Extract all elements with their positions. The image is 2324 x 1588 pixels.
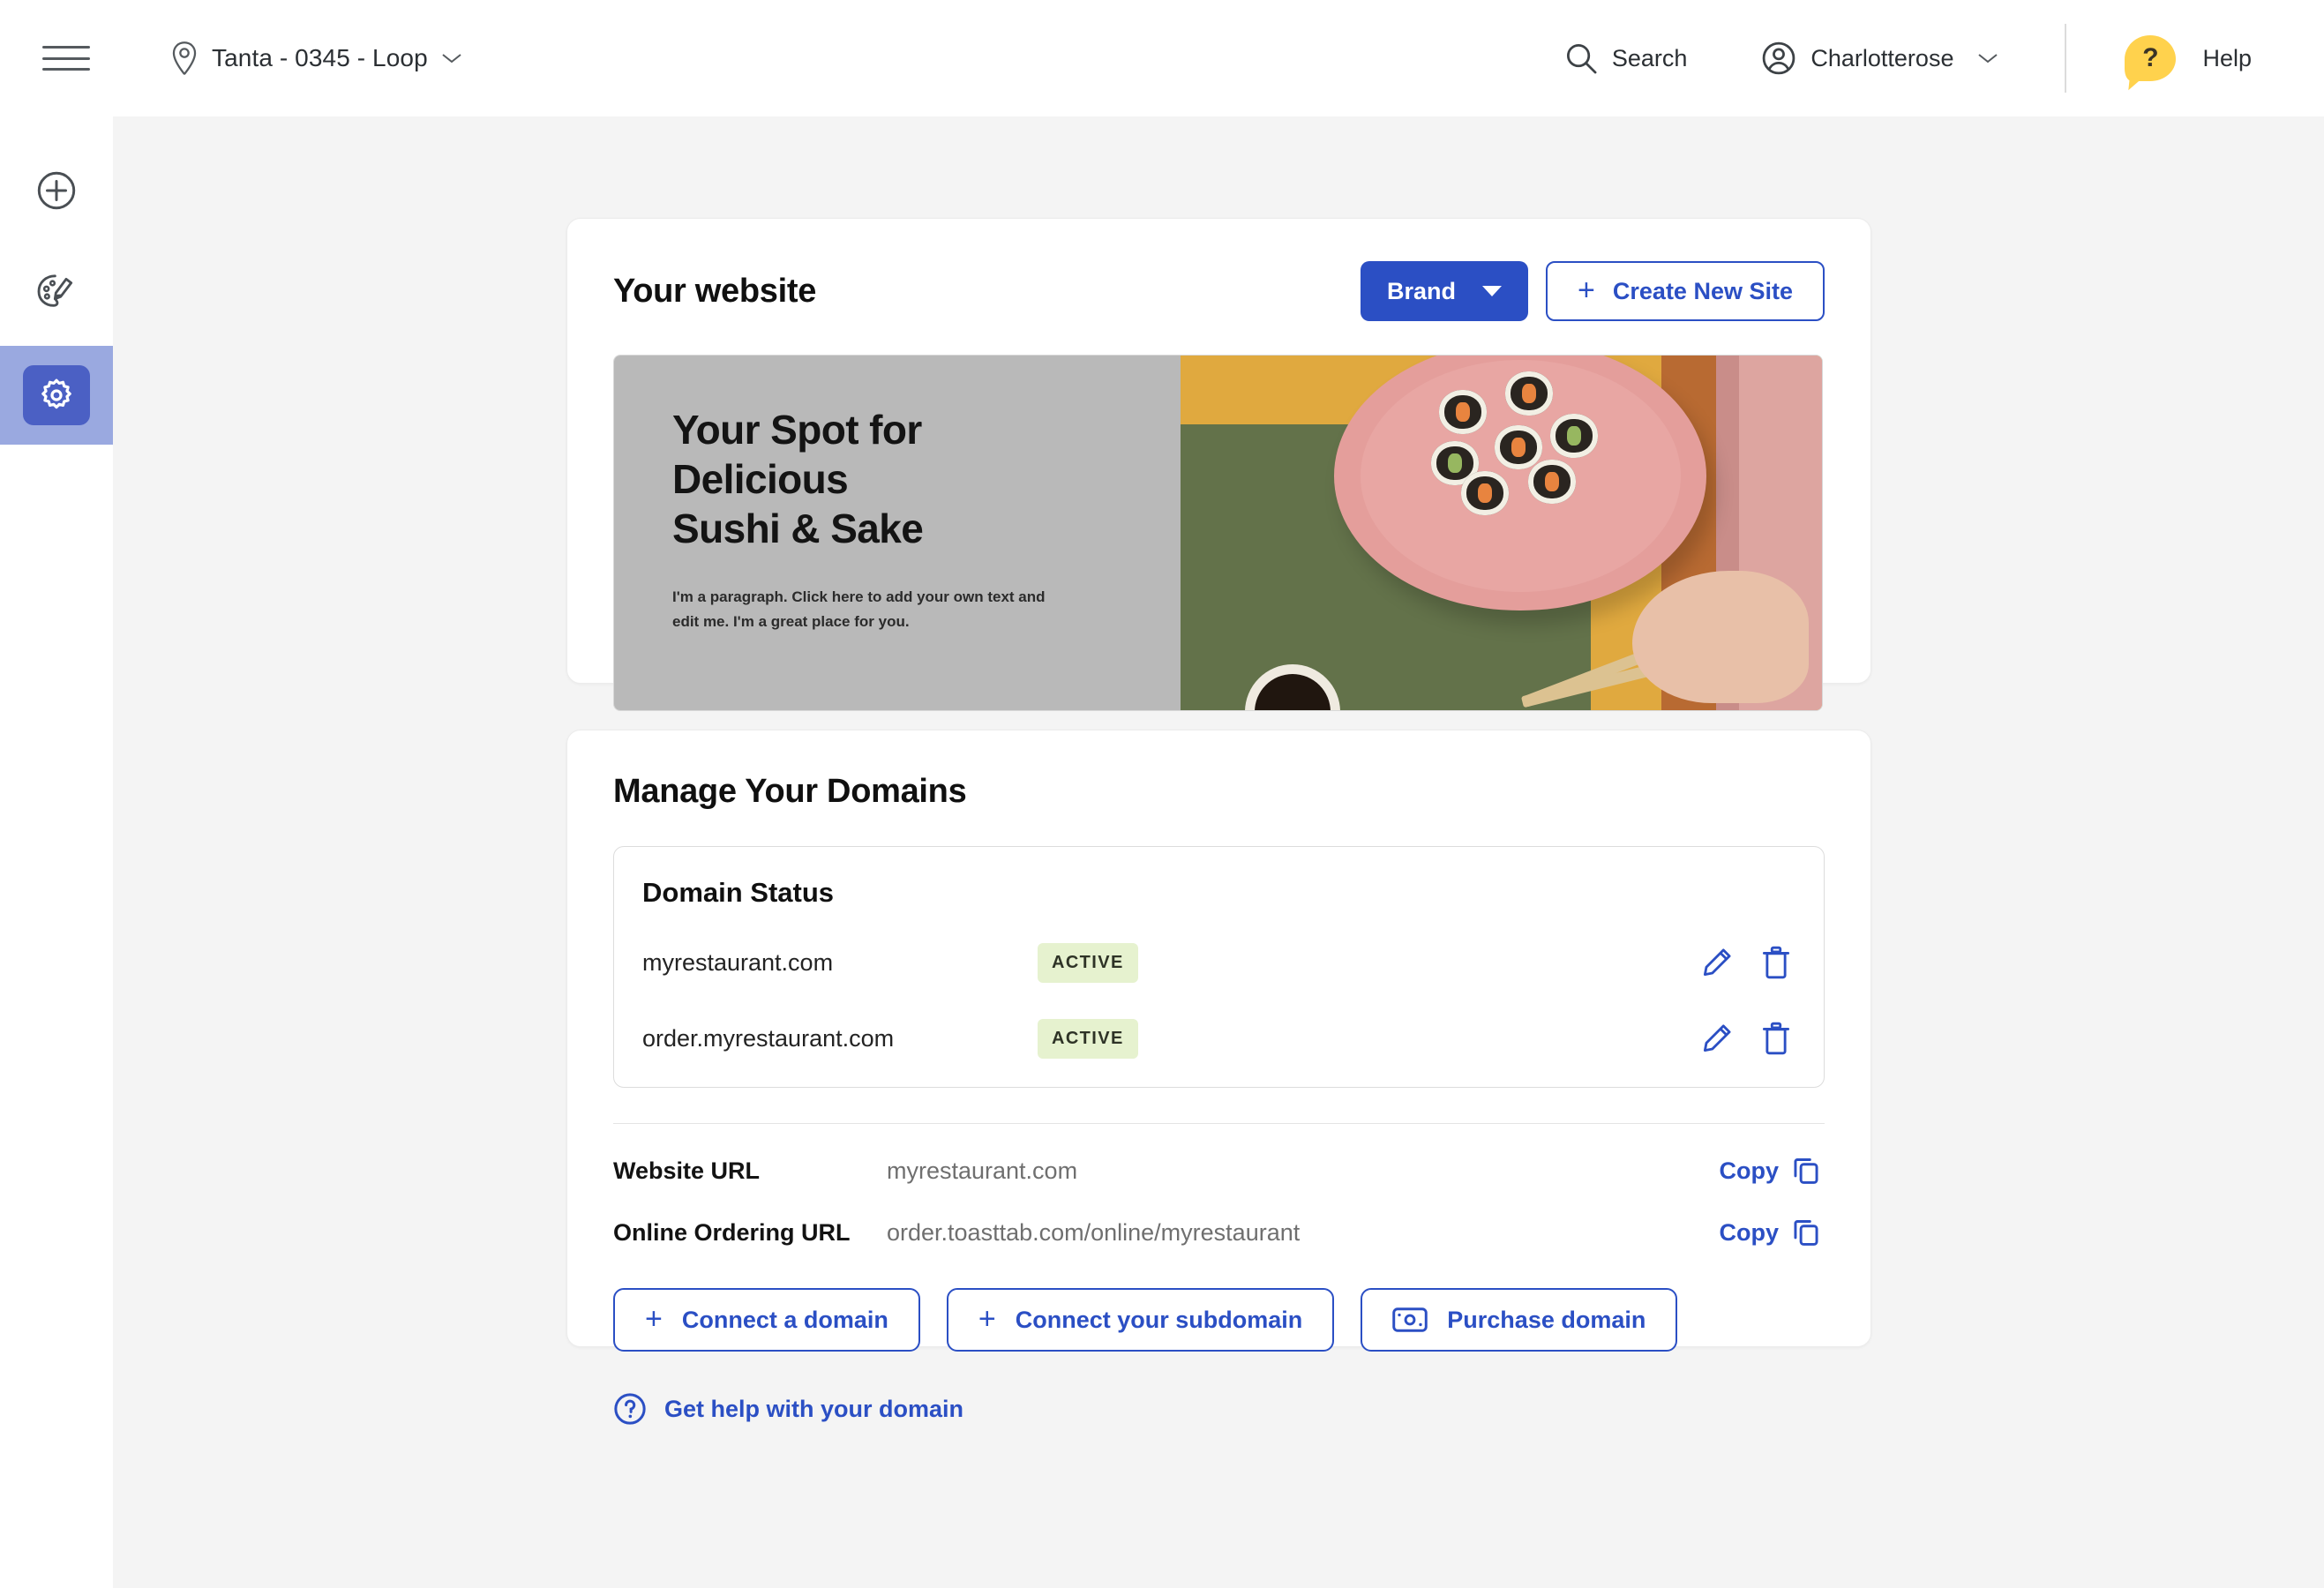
row-actions: [1700, 1022, 1795, 1055]
palette-icon: [34, 271, 79, 315]
site-preview-thumbnail[interactable]: Your Spot for Delicious Sushi & Sake I'm…: [613, 355, 1823, 711]
preview-heading-line1: Your Spot for: [672, 407, 922, 453]
copy-website-url-button[interactable]: Copy: [1720, 1156, 1825, 1186]
photo-sushi-roll: [1505, 371, 1554, 416]
trash-icon[interactable]: [1760, 1022, 1792, 1055]
table-row: myrestaurant.com ACTIVE: [642, 940, 1795, 985]
account-label: Charlotterose: [1810, 44, 1954, 71]
plus-circle-icon: [36, 170, 77, 211]
chevron-down-icon: [440, 51, 463, 65]
site-preview-text-panel: Your Spot for Delicious Sushi & Sake I'm…: [614, 356, 1181, 710]
user-avatar-icon: [1761, 41, 1796, 76]
pencil-icon[interactable]: [1700, 946, 1734, 979]
photo-sushi-roll: [1460, 470, 1509, 515]
brand-dropdown-button[interactable]: Brand: [1361, 261, 1529, 321]
copy-label: Copy: [1719, 1218, 1780, 1246]
top-bar-right: Search Charlotterose ? Help: [1552, 0, 2324, 116]
section-divider: [613, 1123, 1825, 1124]
plus-icon: +: [978, 1301, 996, 1336]
table-row: order.myrestaurant.com ACTIVE: [642, 1016, 1795, 1060]
get-help-label: Get help with your domain: [664, 1395, 964, 1422]
photo-sushi-plate: [1334, 356, 1707, 611]
online-ordering-url-label: Online Ordering URL: [613, 1218, 851, 1246]
search-button[interactable]: Search: [1552, 41, 1700, 75]
status-badge: ACTIVE: [1038, 1018, 1138, 1059]
sidebar-item-add-new[interactable]: [0, 141, 113, 240]
help-button[interactable]: ? Help: [2112, 35, 2264, 81]
left-sidebar: [0, 116, 113, 1588]
create-new-site-label: Create New Site: [1612, 277, 1793, 304]
domain-action-buttons: + Connect a domain + Connect your subdom…: [613, 1288, 1825, 1352]
plus-icon: +: [1578, 273, 1595, 307]
map-pin-icon: [169, 41, 199, 76]
row-actions: [1700, 946, 1795, 979]
gear-icon: [23, 365, 90, 425]
preview-paragraph: I'm a paragraph. Click here to add your …: [672, 588, 1046, 630]
help-label: Help: [2202, 44, 2252, 71]
photo-hand: [1632, 570, 1810, 703]
page-title: Your website: [613, 272, 817, 310]
copy-icon: [1791, 1217, 1821, 1247]
status-badge: ACTIVE: [1038, 942, 1138, 983]
domain-name: order.myrestaurant.com: [642, 1024, 895, 1052]
search-icon: [1564, 41, 1598, 75]
site-preview-photo: [1181, 356, 1822, 710]
photo-sushi-roll: [1494, 424, 1542, 469]
photo-sushi-roll: [1527, 460, 1576, 505]
your-website-card: Your website Brand + Create New Site You…: [566, 218, 1871, 760]
domain-name: myrestaurant.com: [642, 948, 834, 976]
top-bar: Tanta - 0345 - Loop Search Charlotterose…: [0, 0, 2324, 116]
plus-icon: +: [645, 1301, 663, 1336]
question-circle-icon: [613, 1392, 647, 1426]
search-label: Search: [1611, 44, 1688, 71]
purchase-domain-button[interactable]: Purchase domain: [1361, 1288, 1678, 1352]
manage-domains-title: Manage Your Domains: [613, 773, 967, 810]
manage-domains-card: Manage Your Domains Domain Status myrest…: [566, 730, 1871, 1425]
copy-label: Copy: [1719, 1157, 1780, 1184]
hamburger-menu-icon[interactable]: [42, 41, 90, 76]
get-help-with-domain-link[interactable]: Get help with your domain: [613, 1392, 963, 1426]
preview-heading-line2: Delicious: [672, 456, 849, 503]
photo-sushi-roll: [1438, 389, 1487, 434]
connect-a-domain-label: Connect a domain: [681, 1306, 888, 1333]
sidebar-top-spacer: [0, 116, 113, 141]
account-menu[interactable]: Charlotterose: [1749, 41, 2012, 76]
domain-status-box: Domain Status myrestaurant.com ACTIVE or…: [613, 846, 1825, 1088]
online-ordering-url-value: order.toasttab.com/online/myrestaurant: [887, 1218, 1301, 1246]
website-url-value: myrestaurant.com: [887, 1157, 1078, 1184]
location-label: Tanta - 0345 - Loop: [212, 44, 428, 71]
connect-your-subdomain-label: Connect your subdomain: [1015, 1306, 1303, 1333]
domain-status-title: Domain Status: [642, 877, 835, 908]
location-picker[interactable]: Tanta - 0345 - Loop: [169, 41, 463, 76]
online-ordering-url-row: Online Ordering URL order.toasttab.com/o…: [613, 1217, 1825, 1247]
chevron-down-icon: [1482, 286, 1503, 296]
help-bubble-icon: ?: [2125, 35, 2177, 81]
sidebar-item-design[interactable]: [0, 243, 113, 342]
website-url-label: Website URL: [613, 1157, 761, 1184]
brand-button-label: Brand: [1387, 277, 1457, 304]
website-url-row: Website URL myrestaurant.com Copy: [613, 1156, 1825, 1186]
sidebar-item-settings[interactable]: [0, 346, 113, 445]
trash-icon[interactable]: [1760, 946, 1792, 979]
website-card-actions: Brand + Create New Site: [1361, 261, 1825, 321]
preview-heading-line3: Sushi & Sake: [672, 506, 924, 552]
purchase-domain-label: Purchase domain: [1447, 1306, 1646, 1333]
create-new-site-button[interactable]: + Create New Site: [1546, 261, 1825, 321]
website-card-header: Your website Brand + Create New Site: [567, 219, 1870, 321]
connect-your-subdomain-button[interactable]: + Connect your subdomain: [946, 1288, 1335, 1352]
banknote-icon: [1392, 1307, 1428, 1332]
pencil-icon[interactable]: [1700, 1022, 1734, 1055]
main-content: Your website Brand + Create New Site You…: [113, 116, 2324, 1588]
toolbar-divider: [2065, 24, 2067, 93]
photo-sushi-roll: [1550, 414, 1599, 459]
connect-a-domain-button[interactable]: + Connect a domain: [613, 1288, 920, 1352]
chevron-down-icon: [1976, 51, 1999, 65]
copy-icon: [1791, 1156, 1821, 1186]
copy-online-ordering-url-button[interactable]: Copy: [1720, 1217, 1825, 1247]
